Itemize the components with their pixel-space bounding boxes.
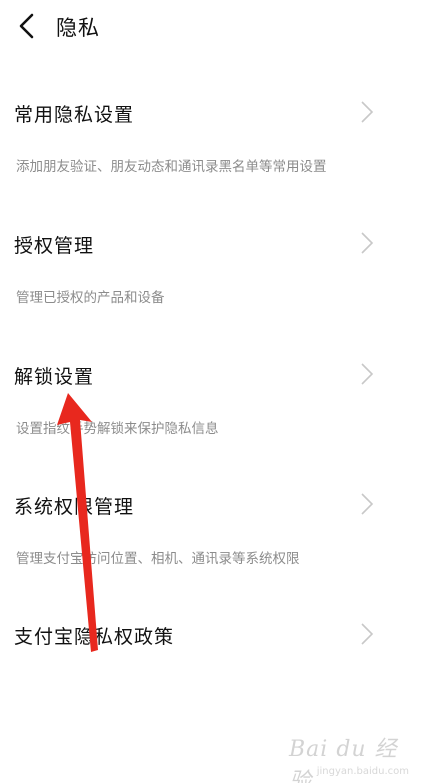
settings-item-label: 常用隐私设置 — [14, 104, 135, 126]
watermark-url: jingyan.baidu.com — [316, 766, 409, 777]
privacy-page: 隐私 常用隐私设置 添加朋友验证、朋友动态和通讯录黑名单等常用设置 授权管理 管… — [0, 0, 421, 783]
settings-item-label: 系统权限管理 — [14, 496, 135, 518]
settings-item-description: 管理支付宝访问位置、相机、通讯录等系统权限 — [16, 551, 300, 567]
watermark: Bai du 经验 jingyan.baidu.com — [289, 731, 409, 783]
settings-item-privacy-policy[interactable]: 支付宝隐私权政策 — [0, 622, 421, 722]
chevron-right-icon — [360, 492, 374, 516]
settings-item-label: 授权管理 — [14, 235, 95, 257]
chevron-right-icon — [360, 100, 374, 124]
back-arrow-icon — [19, 13, 34, 39]
settings-item-authorization[interactable]: 授权管理 管理已授权的产品和设备 — [0, 231, 421, 331]
chevron-right-icon — [360, 231, 374, 255]
settings-item-description: 添加朋友验证、朋友动态和通讯录黑名单等常用设置 — [16, 159, 327, 175]
navigation-bar: 隐私 — [0, 0, 421, 54]
settings-item-unlock[interactable]: 解锁设置 设置指纹手势解锁来保护隐私信息 — [0, 362, 421, 462]
settings-item-label: 支付宝隐私权政策 — [14, 626, 175, 648]
settings-item-label: 解锁设置 — [14, 366, 95, 388]
settings-item-description: 管理已授权的产品和设备 — [16, 290, 165, 306]
chevron-right-icon — [360, 362, 374, 386]
page-title: 隐私 — [56, 16, 100, 40]
watermark-logo: Bai du 经验 — [289, 737, 398, 783]
settings-item-system-permissions[interactable]: 系统权限管理 管理支付宝访问位置、相机、通讯录等系统权限 — [0, 492, 421, 592]
settings-item-common-privacy[interactable]: 常用隐私设置 添加朋友验证、朋友动态和通讯录黑名单等常用设置 — [0, 100, 421, 200]
back-button[interactable] — [14, 10, 42, 42]
settings-item-description: 设置指纹手势解锁来保护隐私信息 — [16, 421, 219, 437]
chevron-right-icon — [360, 622, 374, 646]
